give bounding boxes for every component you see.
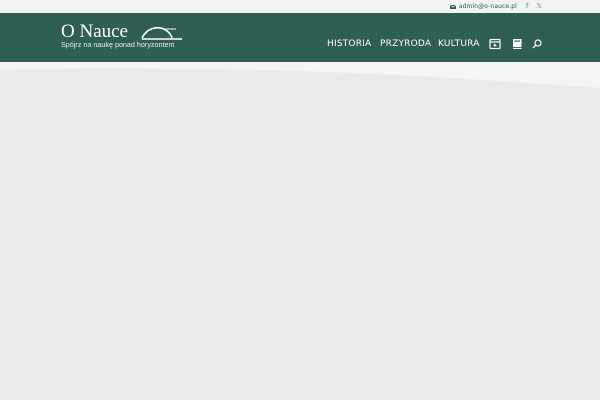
search-icon[interactable] [531, 38, 543, 50]
top-bar: admin@o-nauce.pl f 𝕏 [0, 0, 600, 13]
facebook-icon[interactable]: f [526, 3, 528, 10]
nav-item-historia[interactable]: HISTORIA [327, 37, 371, 51]
logo-title: O Nauce [61, 21, 128, 42]
horizon-arc-logo-mark [141, 25, 183, 41]
hero-wave-divider [0, 62, 600, 89]
contact-email: admin@o-nauce.pl [458, 3, 517, 10]
site-header: O Nauce Spójrz na naukę ponad horyzontem… [0, 13, 600, 62]
book-icon[interactable] [511, 38, 523, 50]
logo-tagline: Spójrz na naukę ponad horyzontem [61, 40, 175, 49]
site-logo[interactable]: O Nauce Spójrz na naukę ponad horyzontem [61, 21, 183, 61]
envelope-icon [449, 4, 456, 9]
x-twitter-icon[interactable]: 𝕏 [536, 3, 542, 10]
video-icon[interactable] [489, 38, 501, 50]
nav-item-przyroda[interactable]: PRZYRODA [380, 37, 431, 51]
nav-item-kultura[interactable]: KULTURA [438, 37, 480, 51]
contact-email-link[interactable]: admin@o-nauce.pl [449, 3, 517, 10]
hero-section [0, 62, 600, 400]
social-links: f 𝕏 [526, 3, 542, 10]
